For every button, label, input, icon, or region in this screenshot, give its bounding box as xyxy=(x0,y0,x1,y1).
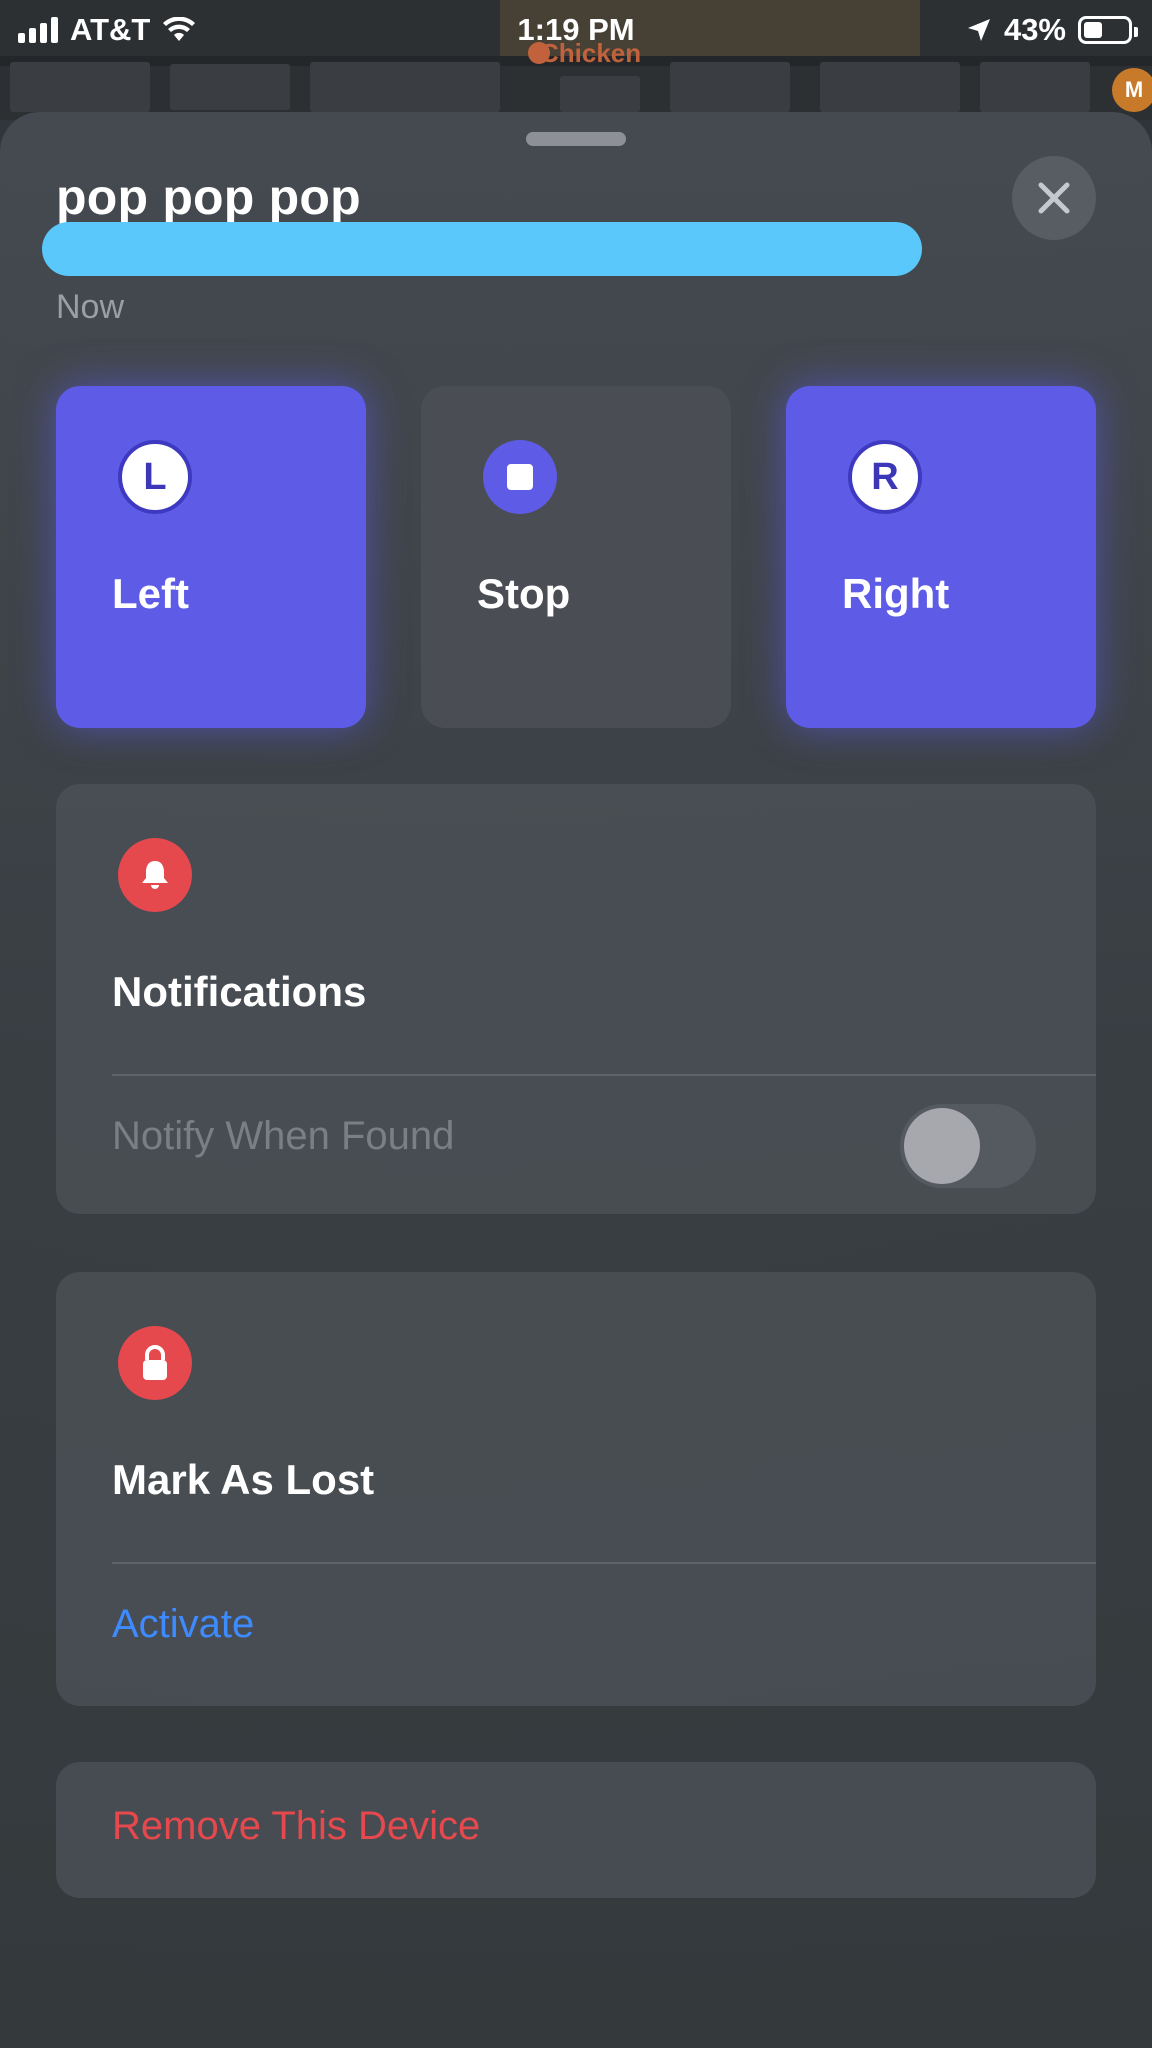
divider xyxy=(112,1562,1096,1564)
mark-as-lost-title: Mark As Lost xyxy=(112,1456,375,1503)
device-title: pop pop pop xyxy=(56,169,361,225)
mark-as-lost-card: Mark As Lost Activate xyxy=(56,1272,1096,1706)
location-arrow-icon xyxy=(967,19,990,41)
map-building xyxy=(170,64,290,110)
battery-percent: 43% xyxy=(1003,12,1066,47)
battery-icon xyxy=(1078,16,1138,44)
stop-square xyxy=(507,464,533,490)
notify-when-found-label: Notify When Found xyxy=(112,1114,455,1158)
device-subtitle: Now xyxy=(56,288,125,326)
bell-icon xyxy=(118,838,192,912)
status-bar: AT&T 1:19 PM 43% xyxy=(0,0,1152,58)
close-button[interactable] xyxy=(1012,156,1096,240)
stop-icon xyxy=(483,440,557,514)
notifications-title: Notifications xyxy=(112,968,367,1015)
map-building xyxy=(820,62,960,112)
device-detail-sheet: pop pop pop Now L Left Stop R Right Noti… xyxy=(0,112,1152,2048)
activate-link[interactable]: Activate xyxy=(112,1602,254,1647)
toggle-knob xyxy=(904,1108,980,1184)
battery-level-fill xyxy=(1084,22,1103,38)
notifications-card: Notifications Notify When Found xyxy=(56,784,1096,1214)
close-icon xyxy=(1038,182,1070,214)
play-right-label: Right xyxy=(842,570,950,617)
divider xyxy=(112,1074,1096,1076)
map-building xyxy=(670,62,790,112)
highlight-bar xyxy=(42,222,922,276)
map-building xyxy=(10,62,150,112)
letter-l-icon: L xyxy=(118,440,192,514)
letter-r-icon: R xyxy=(848,440,922,514)
status-right: 43% xyxy=(966,12,1138,48)
lock-icon-glyph xyxy=(143,1345,167,1380)
map-pin-icon[interactable]: M xyxy=(1112,68,1152,112)
remove-device-button[interactable]: Remove This Device xyxy=(112,1804,480,1849)
play-right-button[interactable]: R Right xyxy=(786,386,1096,728)
stop-button[interactable]: Stop xyxy=(421,386,731,728)
play-left-label: Left xyxy=(112,570,189,617)
notify-when-found-toggle[interactable] xyxy=(900,1104,1036,1188)
map-building xyxy=(560,76,640,112)
battery-cap xyxy=(1134,27,1138,37)
screen: Chicken M AT&T 1:19 PM 43% pop pop pop N… xyxy=(0,0,1152,2048)
map-building xyxy=(980,62,1090,112)
map-building xyxy=(310,62,500,112)
stop-label: Stop xyxy=(477,570,571,617)
bell-icon-glyph xyxy=(142,861,168,889)
lock-icon xyxy=(118,1326,192,1400)
sheet-grabber-handle[interactable] xyxy=(526,132,626,146)
remove-device-card: Remove This Device xyxy=(56,1762,1096,1898)
play-left-button[interactable]: L Left xyxy=(56,386,366,728)
